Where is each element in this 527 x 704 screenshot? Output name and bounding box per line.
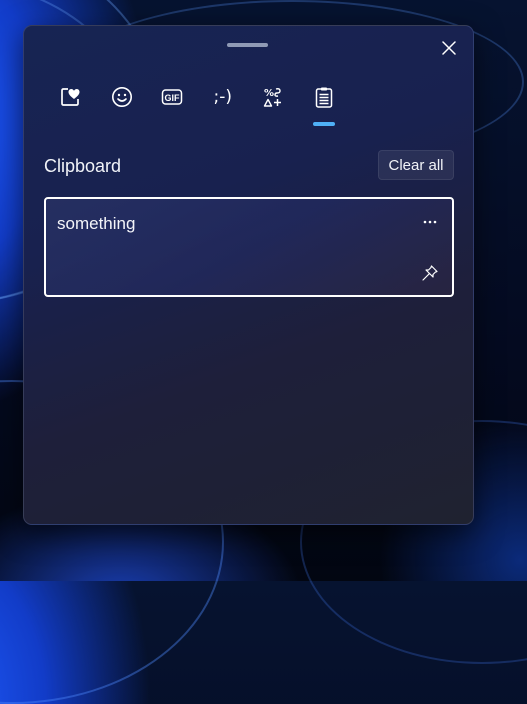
symbols-icon: % <box>264 88 282 107</box>
clear-all-button[interactable]: Clear all <box>378 150 454 180</box>
section-title: Clipboard <box>44 156 122 176</box>
clipboard-item-text: something <box>57 214 136 233</box>
tab-emoji[interactable] <box>97 82 148 128</box>
tab-symbols[interactable]: % <box>248 82 299 128</box>
svg-text:%: % <box>264 88 274 99</box>
close-button[interactable] <box>437 36 461 60</box>
pin-button[interactable] <box>418 261 442 285</box>
gif-icon: GIF <box>162 89 183 105</box>
smiley-icon <box>111 87 132 107</box>
more-icon <box>423 220 437 224</box>
tab-kaomoji[interactable]: ;-) <box>198 82 249 128</box>
more-options-button[interactable] <box>418 211 442 233</box>
emoji-clipboard-panel: GIF ;-) % Clipboard Clear all something <box>23 25 474 525</box>
drag-handle[interactable] <box>227 43 268 47</box>
kaomoji-icon: ;-) <box>213 87 233 107</box>
clipboard-item[interactable]: something <box>44 197 454 297</box>
tab-most-recently-used[interactable] <box>46 82 97 128</box>
tab-gif[interactable]: GIF <box>147 82 198 128</box>
pin-icon <box>422 265 438 281</box>
category-tabs: GIF ;-) % <box>46 82 349 128</box>
close-icon <box>442 41 456 55</box>
svg-text:GIF: GIF <box>165 93 181 103</box>
tab-clipboard-history[interactable] <box>299 82 350 128</box>
clipboard-icon <box>315 87 332 108</box>
heart-sticker-icon <box>61 88 80 106</box>
